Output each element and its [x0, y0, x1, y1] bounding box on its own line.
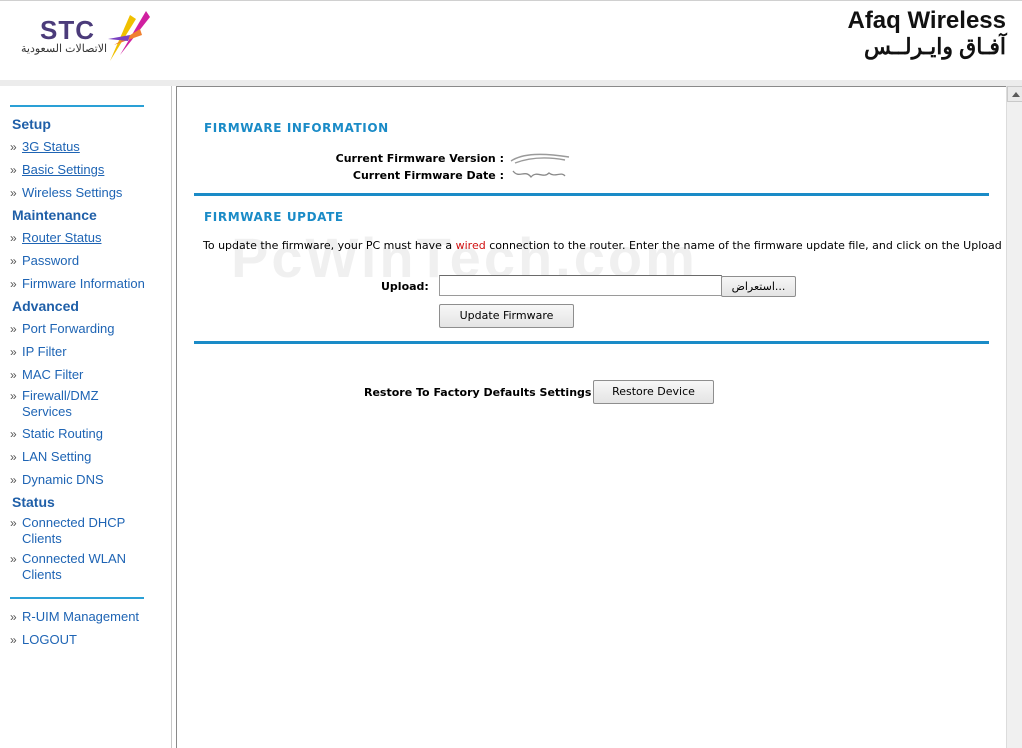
vertical-scrollbar[interactable] — [1006, 86, 1022, 748]
sidebar-item-mac-filter[interactable]: » MAC Filter — [10, 367, 160, 383]
bullet-icon: » — [10, 450, 17, 464]
sidebar-item-label: Connected DHCP Clients — [22, 515, 126, 546]
sidebar-item-dynamic-dns[interactable]: » Dynamic DNS — [10, 472, 160, 488]
bullet-icon: » — [10, 633, 17, 647]
section-divider — [194, 193, 989, 196]
sidebar-divider — [10, 105, 144, 107]
sidebar-item-label: Wireless Settings — [22, 185, 123, 200]
sidebar-item-label: LAN Setting — [22, 449, 92, 464]
bullet-icon: » — [10, 516, 17, 530]
sidebar-item-logout[interactable]: » LOGOUT — [10, 632, 160, 648]
instructions-text: connection to the router. Enter the name… — [485, 239, 1006, 252]
stc-logo-arabic: الاتصالات السعودية — [21, 43, 108, 55]
sidebar-item-firewall-dmz[interactable]: » Firewall/DMZ Services — [10, 388, 120, 420]
sidebar-item-lan-setting[interactable]: » LAN Setting — [10, 449, 160, 465]
bullet-icon: » — [10, 368, 17, 382]
section-divider — [194, 341, 989, 344]
sidebar-item-3g-status[interactable]: » 3G Status — [10, 139, 160, 155]
restore-device-button[interactable]: Restore Device — [593, 380, 714, 404]
sidebar-item-connected-dhcp-clients[interactable]: » Connected DHCP Clients — [10, 515, 135, 547]
sidebar-item-label: Password — [22, 253, 80, 268]
bullet-icon: » — [10, 345, 17, 359]
bullet-icon: » — [10, 231, 17, 245]
sidebar-item-wireless-settings[interactable]: » Wireless Settings — [10, 185, 160, 201]
page-header: STC الاتصالات السعودية Afaq Wireless آفـ… — [0, 0, 1022, 86]
browse-button[interactable]: استعراض... — [721, 276, 796, 297]
sidebar-item-label: Firewall/DMZ Services — [22, 388, 99, 419]
sidebar-section-status: Status — [12, 494, 55, 510]
sidebar-item-label: Basic Settings — [22, 162, 105, 177]
bullet-icon: » — [10, 473, 17, 487]
firmware-update-instructions: To update the firmware, your PC must hav… — [203, 239, 1006, 252]
sidebar-item-connected-wlan-clients[interactable]: » Connected WLAN Clients — [10, 551, 135, 583]
stc-logo-burst-icon — [108, 11, 150, 61]
bullet-icon: » — [10, 389, 17, 403]
sidebar-divider — [10, 597, 144, 599]
sidebar-item-r-uim-management[interactable]: » R-UIM Management — [10, 609, 160, 625]
redacted-version-scribble — [510, 153, 570, 164]
sidebar-section-advanced: Advanced — [12, 298, 79, 314]
bullet-icon: » — [10, 140, 17, 154]
sidebar-item-label: Static Routing — [22, 426, 103, 441]
firmware-information-heading: FIRMWARE INFORMATION — [204, 121, 389, 135]
bullet-icon: » — [10, 254, 17, 268]
upload-file-input[interactable] — [439, 275, 722, 296]
sidebar-item-label: Port Forwarding — [22, 321, 115, 336]
sidebar-item-firmware-information[interactable]: » Firmware Information — [10, 276, 160, 292]
current-firmware-version-label: Current Firmware Version : — [335, 152, 504, 165]
restore-defaults-label: Restore To Factory Defaults Settings : — [364, 386, 600, 399]
sidebar-item-static-routing[interactable]: » Static Routing — [10, 426, 160, 442]
sidebar-item-label: LOGOUT — [22, 632, 77, 647]
sidebar-item-router-status[interactable]: » Router Status — [10, 230, 160, 246]
bullet-icon: » — [10, 322, 17, 336]
sidebar-item-password[interactable]: » Password — [10, 253, 160, 269]
bullet-icon: » — [10, 427, 17, 441]
sidebar-nav: Setup » 3G Status » Basic Settings » Wirele… — [0, 86, 172, 748]
sidebar-item-label: Dynamic DNS — [22, 472, 104, 487]
instructions-text: To update the firmware, your PC must hav… — [203, 239, 456, 252]
brand-title-arabic: آفـاق وايـرلــس — [863, 34, 1006, 59]
scroll-up-arrow-icon[interactable] — [1007, 86, 1022, 102]
update-firmware-button[interactable]: Update Firmware — [439, 304, 574, 328]
sidebar-section-maintenance: Maintenance — [12, 207, 97, 223]
instructions-wired-text: wired — [455, 239, 486, 252]
sidebar-item-label: IP Filter — [22, 344, 67, 359]
sidebar-item-label: Connected WLAN Clients — [22, 551, 127, 582]
bullet-icon: » — [10, 277, 17, 291]
sidebar-item-label: Router Status — [22, 230, 102, 245]
bullet-icon: » — [10, 163, 17, 177]
sidebar-item-label: MAC Filter — [22, 367, 84, 382]
stc-logo: STC الاتصالات السعودية — [18, 7, 158, 67]
sidebar-item-ip-filter[interactable]: » IP Filter — [10, 344, 160, 360]
bullet-icon: » — [10, 610, 17, 624]
sidebar-item-label: R-UIM Management — [22, 609, 140, 624]
sidebar-item-port-forwarding[interactable]: » Port Forwarding — [10, 321, 160, 337]
bullet-icon: » — [10, 186, 17, 200]
brand-title-english: Afaq Wireless — [847, 7, 1006, 34]
redacted-date-scribble — [512, 170, 566, 179]
current-firmware-date-label: Current Firmware Date : — [352, 169, 504, 182]
main-content: PcWinTech.com FIRMWARE INFORMATION Curre… — [176, 86, 1006, 748]
sidebar-item-basic-settings[interactable]: » Basic Settings — [10, 162, 160, 178]
sidebar-item-label: 3G Status — [22, 139, 80, 154]
sidebar-section-setup: Setup — [12, 116, 51, 132]
upload-label: Upload: — [381, 280, 429, 293]
firmware-update-heading: FIRMWARE UPDATE — [204, 210, 344, 224]
sidebar-item-label: Firmware Information — [22, 276, 145, 291]
bullet-icon: » — [10, 552, 17, 566]
